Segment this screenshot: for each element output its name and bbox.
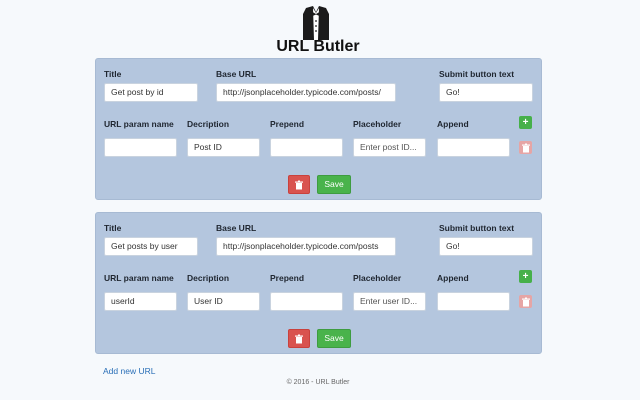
title-input[interactable]: Get posts by user [104,237,198,256]
app-title: URL Butler [276,38,360,55]
description-label: Decription [187,119,230,129]
add-new-url-link[interactable]: Add new URL [103,366,155,376]
param-name-input[interactable]: userId [104,292,177,311]
param-placeholder-input[interactable]: Enter post ID... [353,138,426,157]
butler-tuxedo-icon [303,6,329,40]
placeholder-label: Placeholder [353,119,402,129]
param-placeholder-input[interactable]: Enter user ID... [353,292,426,311]
trash-icon [295,334,303,343]
prepend-label: Prepend [270,273,305,283]
base-url-input[interactable]: http://jsonplaceholder.typicode.com/post… [216,237,396,256]
trash-icon [521,143,530,152]
url-card: Title Get post by id Base URL http://jso… [95,58,542,200]
submit-text-label: Submit button text [439,223,515,233]
title-input[interactable]: Get post by id [104,83,198,102]
param-prepend-input[interactable] [270,292,343,311]
plus-icon: + [522,117,529,128]
base-url-input[interactable]: http://jsonplaceholder.typicode.com/post… [216,83,396,102]
base-url-label: Base URL [216,223,257,233]
submit-text-label: Submit button text [439,69,515,79]
base-url-label: Base URL [216,69,257,79]
title-label: Title [104,69,122,79]
submit-text-input[interactable]: Go! [439,237,533,256]
footer-copyright: © 2016 - URL Butler [286,379,350,386]
param-name-label: URL param name [104,273,174,283]
title-label: Title [104,223,122,233]
param-name-label: URL param name [104,119,174,129]
param-description-input[interactable]: Post ID [187,138,260,157]
trash-icon [521,297,530,306]
param-description-input[interactable]: User ID [187,292,260,311]
url-card: Title Get posts by user Base URL http://… [95,212,542,354]
submit-text-input[interactable]: Go! [439,83,533,102]
delete-url-button[interactable] [288,329,310,348]
prepend-label: Prepend [270,119,305,129]
param-append-input[interactable] [437,292,510,311]
delete-url-button[interactable] [288,175,310,194]
add-param-button[interactable]: + [519,270,532,283]
plus-icon: + [522,271,529,282]
delete-param-button[interactable] [519,141,532,154]
add-param-button[interactable]: + [519,116,532,129]
append-label: Append [437,273,469,283]
param-name-input[interactable] [104,138,177,157]
placeholder-label: Placeholder [353,273,402,283]
param-prepend-input[interactable] [270,138,343,157]
description-label: Decription [187,273,230,283]
save-button[interactable]: Save [317,175,351,194]
append-label: Append [437,119,469,129]
param-append-input[interactable] [437,138,510,157]
save-button[interactable]: Save [317,329,351,348]
trash-icon [295,180,303,189]
delete-param-button[interactable] [519,295,532,308]
